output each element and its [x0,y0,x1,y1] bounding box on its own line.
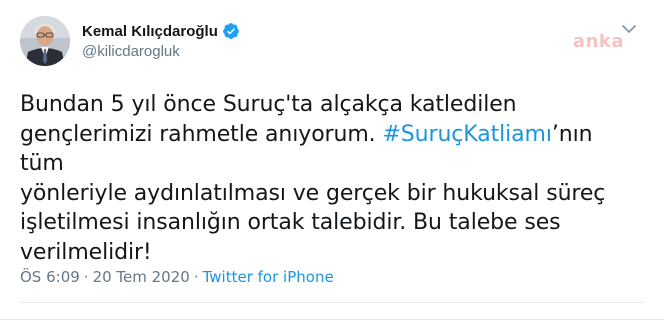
tweet-meta: ÖS 6:09 · 20 Tem 2020 · Twitter for iPho… [20,268,334,286]
avatar[interactable] [20,16,70,66]
avatar-portrait-icon [20,16,70,66]
tweet-text-line: gençlerimizi rahmetle anıyorum. [20,121,383,147]
meta-separator: · [193,268,199,286]
meta-separator: · [83,268,89,286]
author-block: Kemal Kılıçdaroğlu @kilicdarogluk [82,20,240,60]
hashtag-link[interactable]: #SuruçKatliamı [382,122,552,147]
tweet-text-line: işletilmesi insanlığın ortak talebidir. … [20,210,561,235]
name-row: Kemal Kılıçdaroğlu [82,20,240,42]
author-username[interactable]: @kilicdarogluk [82,43,240,60]
tweet-date[interactable]: 20 Tem 2020 [93,268,190,286]
tweet-card: Kemal Kılıçdaroğlu @kilicdarogluk anka B… [0,0,664,320]
tweet-header: Kemal Kılıçdaroğlu @kilicdarogluk [20,14,644,74]
tweet-time[interactable]: ÖS 6:09 [20,268,80,286]
tweet-text-line: Bundan 5 yıl önce Suruç'ta alçakça katle… [20,92,517,117]
tweet-source-link[interactable]: Twitter for iPhone [203,268,334,286]
verified-badge-icon [222,22,240,40]
divider [20,302,644,303]
tweet-text-line: yönleriyle aydınlatılması ve gerçek bir … [20,180,606,206]
author-display-name[interactable]: Kemal Kılıçdaroğlu [82,23,218,40]
tweet-text-line: verilmelidir! [20,239,152,265]
tweet-text: Bundan 5 yıl önce Suruç'ta alçakça katle… [20,90,630,267]
watermark-logo: anka [572,31,624,52]
